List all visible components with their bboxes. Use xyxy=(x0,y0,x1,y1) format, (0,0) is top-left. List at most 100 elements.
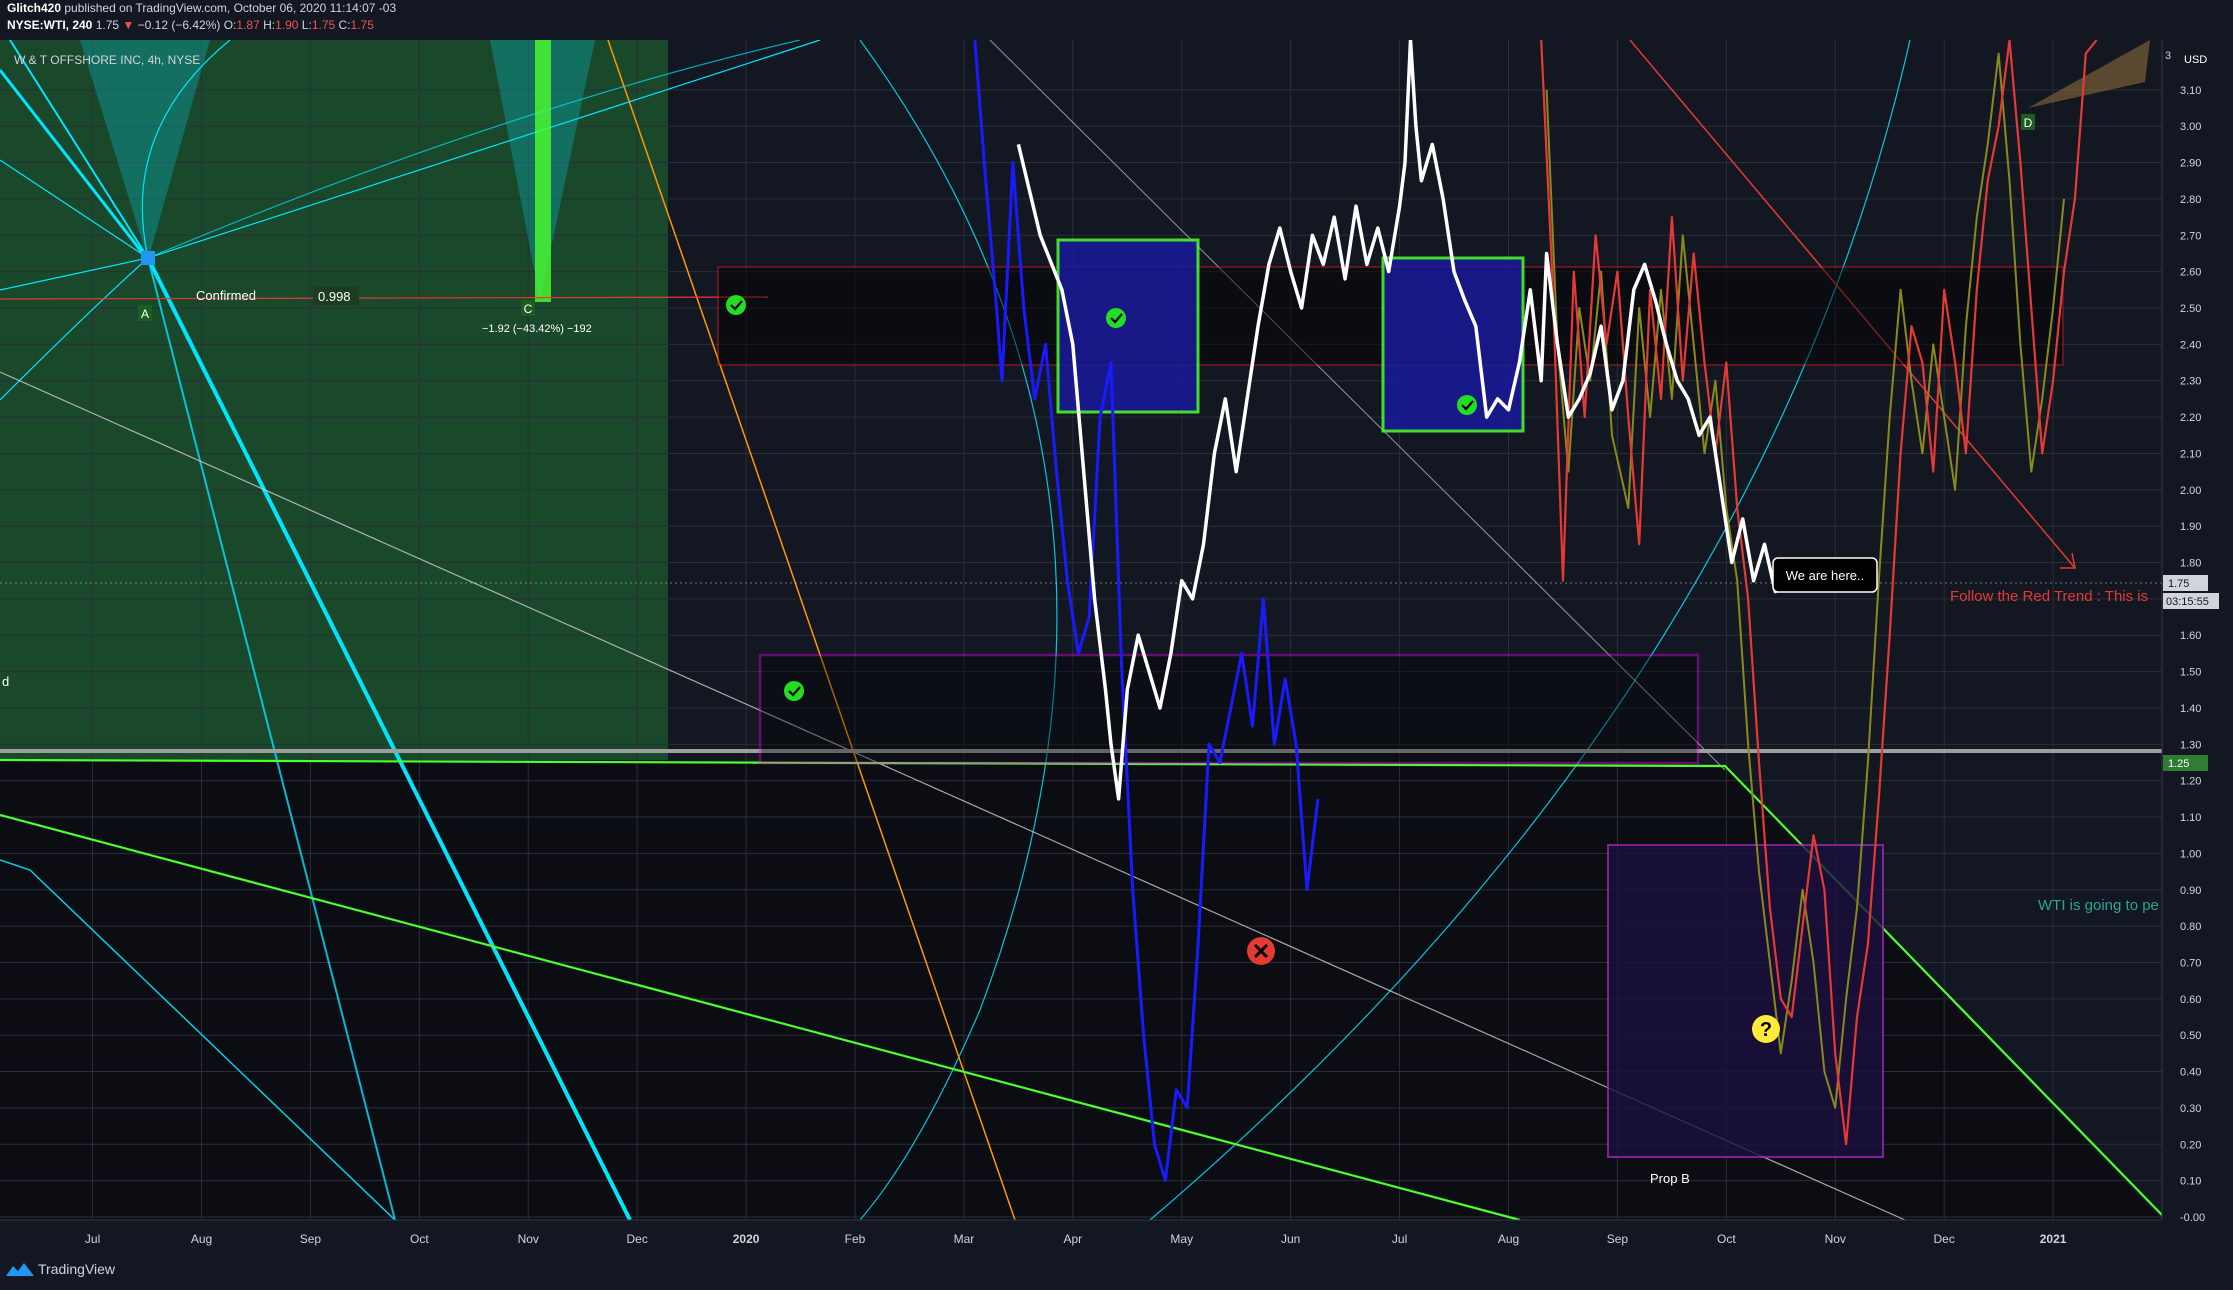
measure-label: −1.92 (−43.42%) −192 xyxy=(482,323,592,335)
check-icon-4 xyxy=(784,681,804,701)
price-change: −0.12 (−6.42%) xyxy=(137,18,221,32)
y-tick-label: 0.60 xyxy=(2180,994,2201,1006)
y-tick-label: 1.30 xyxy=(2180,739,2201,751)
svg-text:3: 3 xyxy=(2165,50,2171,62)
x-tick-label: Oct xyxy=(410,1232,429,1246)
svg-text:1.25: 1.25 xyxy=(2168,758,2189,770)
tradingview-icon xyxy=(6,1263,34,1276)
check-icon-1 xyxy=(726,295,746,315)
ohlc-high: 1.90 xyxy=(275,18,299,32)
x-tick-label: Jul xyxy=(1392,1232,1407,1246)
y-tick-label: 2.70 xyxy=(2180,230,2201,242)
author-name[interactable]: Glitch420 xyxy=(7,1,61,15)
x-tick-label: Dec xyxy=(626,1232,647,1246)
price-tag-top: 3 xyxy=(2163,47,2173,62)
y-tick-label: 1.90 xyxy=(2180,521,2201,533)
x-tick-label: Jul xyxy=(85,1232,100,1246)
magenta-support-zone[interactable] xyxy=(758,653,1700,765)
chart-header: Glitch420 published on TradingView.com, … xyxy=(0,0,2233,40)
symbol-line: NYSE:WTI, 240 1.75 ▼ −0.12 (−6.42%) O:1.… xyxy=(7,17,2233,34)
y-tick-label: -0.00 xyxy=(2180,1212,2205,1224)
prop-b-label: Prop B xyxy=(1650,1171,1690,1186)
y-tick-label: 0.90 xyxy=(2180,885,2201,897)
y-tick-label: 1.10 xyxy=(2180,812,2201,824)
series-legend: W & T OFFSHORE INC, 4h, NYSE xyxy=(14,53,200,67)
x-tick-label: Nov xyxy=(1825,1232,1846,1246)
ohlc-close: 1.75 xyxy=(350,18,374,32)
y-tick-label: 2.00 xyxy=(2180,485,2201,497)
last-price: 1.75 xyxy=(95,18,120,32)
pivot-a-label: A xyxy=(141,307,149,321)
x-tick-label: Mar xyxy=(954,1232,975,1246)
y-tick-label: 0.10 xyxy=(2180,1176,2201,1188)
green-marker-bar xyxy=(535,40,551,302)
y-tick-label: 2.20 xyxy=(2180,412,2201,424)
x-tick-label: Sep xyxy=(1607,1232,1629,1246)
tradingview-logo[interactable]: TradingView xyxy=(6,1261,115,1277)
y-tick-label: 1.80 xyxy=(2180,558,2201,570)
y-tick-label: 1.40 xyxy=(2180,703,2201,715)
we-are-here-label: We are here.. xyxy=(1786,568,1865,583)
svg-text:1.75: 1.75 xyxy=(2168,578,2189,590)
change-arrow-icon: ▼ xyxy=(122,18,135,32)
y-tick-label: 2.50 xyxy=(2180,303,2201,315)
svg-text:?: ? xyxy=(1760,1019,1772,1041)
publish-info: published on TradingView.com, October 06… xyxy=(64,1,397,15)
y-tick-label: 2.90 xyxy=(2180,158,2201,170)
x-tick-label: Jun xyxy=(1281,1232,1300,1246)
countdown-tag: 03:15:55 xyxy=(2163,593,2219,609)
ohlc-high-label: H: xyxy=(263,18,276,32)
ohlc-close-label: C: xyxy=(338,18,351,32)
y-tick-label: 3.10 xyxy=(2180,85,2201,97)
x-tick-label: Sep xyxy=(300,1232,322,1246)
x-tick-label: 2020 xyxy=(733,1232,760,1246)
value-label: 0.998 xyxy=(318,289,351,304)
y-tick-label: 0.20 xyxy=(2180,1139,2201,1151)
check-icon-3 xyxy=(1457,395,1477,415)
svg-text:03:15:55: 03:15:55 xyxy=(2166,596,2209,608)
x-tick-label: Feb xyxy=(845,1232,866,1246)
y-tick-label: 2.30 xyxy=(2180,376,2201,388)
y-tick-label: 2.80 xyxy=(2180,194,2201,206)
ohlc-open: 1.87 xyxy=(236,18,260,32)
y-tick-label: 2.10 xyxy=(2180,448,2201,460)
y-tick-label: 0.40 xyxy=(2180,1067,2201,1079)
ohlc-low-label: L: xyxy=(301,18,312,32)
y-tick-label: 2.40 xyxy=(2180,339,2201,351)
currency-label: USD xyxy=(2184,54,2207,66)
y-tick-label: 1.20 xyxy=(2180,776,2201,788)
y-tick-label: 3.00 xyxy=(2180,121,2201,133)
x-tick-label: Oct xyxy=(1717,1232,1736,1246)
ohlc-low: 1.75 xyxy=(311,18,336,32)
symbol-label[interactable]: NYSE:WTI, 240 xyxy=(7,18,92,32)
green-box-1[interactable] xyxy=(1056,238,1200,414)
y-tick-label: 0.70 xyxy=(2180,957,2201,969)
x-mark-icon xyxy=(1247,937,1275,965)
question-mark-icon: ? xyxy=(1752,1015,1780,1043)
y-tick-label: 1.50 xyxy=(2180,667,2201,679)
edge-label: d xyxy=(2,674,9,689)
price-tag-last: 1.75 xyxy=(2163,575,2208,591)
x-tick-label: May xyxy=(1170,1232,1193,1246)
check-icon-2 xyxy=(1106,308,1126,328)
x-tick-label: Aug xyxy=(1498,1232,1519,1246)
wti-note: WTI is going to pe xyxy=(2038,897,2159,914)
x-tick-label: 2021 xyxy=(2040,1232,2067,1246)
y-tick-label: 1.60 xyxy=(2180,630,2201,642)
price-tag-support: 1.25 xyxy=(2163,755,2208,771)
price-chart[interactable]: ? W & T OFFSHORE INC, 4h, NYSE A Confirm… xyxy=(0,40,2233,1248)
y-tick-label: 1.00 xyxy=(2180,848,2201,860)
y-tick-label: 0.50 xyxy=(2180,1030,2201,1042)
red-trend-note: Follow the Red Trend : This is xyxy=(1950,588,2148,605)
x-tick-label: Dec xyxy=(1933,1232,1954,1246)
x-tick-label: Aug xyxy=(191,1232,212,1246)
y-tick-label: 0.30 xyxy=(2180,1103,2201,1115)
y-tick-label: 0.80 xyxy=(2180,921,2201,933)
x-tick-label: Nov xyxy=(518,1232,539,1246)
y-tick-label: 2.60 xyxy=(2180,267,2201,279)
pivot-c-label: C xyxy=(524,302,533,316)
confirmed-label: Confirmed xyxy=(196,288,256,303)
x-tick-label: Apr xyxy=(1063,1232,1082,1246)
tradingview-brand: TradingView xyxy=(38,1261,116,1277)
pivot-d-label: D xyxy=(2024,116,2033,130)
